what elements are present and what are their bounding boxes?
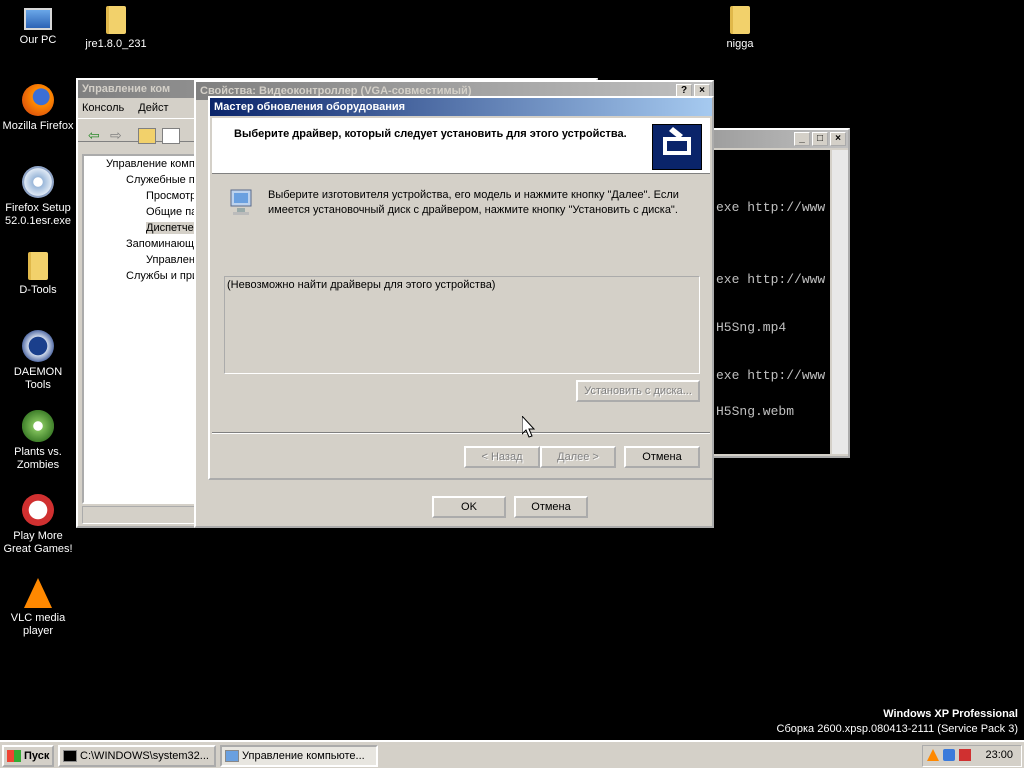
mouse-cursor-icon bbox=[521, 414, 536, 441]
show-hide-tree-icon[interactable] bbox=[162, 128, 180, 144]
menu-action[interactable]: Дейст bbox=[138, 102, 168, 114]
driver-list-empty-text: (Невозможно найти драйверы для этого уст… bbox=[227, 279, 496, 291]
desktop-icon-plants-vs-zombies[interactable]: Plants vs. Zombies bbox=[0, 410, 76, 472]
tree-item-disk-management[interactable]: Управлен bbox=[146, 254, 195, 266]
close-button[interactable]: × bbox=[830, 132, 846, 146]
wizard-title: Мастер обновления оборудования bbox=[214, 101, 406, 113]
desktop-icon-our-pc[interactable]: Our PC bbox=[0, 4, 76, 47]
desktop-icon-firefox-setup[interactable]: Firefox Setup 52.0.1esr.exe bbox=[0, 166, 76, 228]
taskbar-item-label: Управление компьюте... bbox=[242, 750, 365, 762]
vlc-cone-icon bbox=[24, 578, 52, 608]
daemon-tools-icon bbox=[22, 330, 54, 362]
back-button[interactable]: < Назад bbox=[464, 446, 540, 468]
icon-label: D-Tools bbox=[19, 284, 57, 296]
security-tray-icon[interactable] bbox=[959, 749, 971, 761]
os-build-info: Сборка 2600.xpsp.080413-2111 (Service Pa… bbox=[776, 723, 1018, 735]
wizard-header-text: Выберите драйвер, который следует устано… bbox=[234, 128, 627, 140]
back-arrow-icon[interactable]: ⇦ bbox=[88, 127, 100, 144]
system-tray: 23:00 bbox=[922, 745, 1022, 767]
ok-button[interactable]: OK bbox=[432, 496, 506, 518]
console-scrollbar[interactable] bbox=[832, 150, 848, 454]
computer-management-icon bbox=[225, 750, 239, 762]
wizard-separator bbox=[212, 432, 710, 434]
up-folder-icon[interactable] bbox=[138, 128, 156, 144]
os-version-title: Windows XP Professional bbox=[883, 708, 1018, 720]
desktop-icon-vlc[interactable]: VLC media player bbox=[0, 578, 76, 638]
icon-label: Mozilla Firefox bbox=[2, 120, 74, 132]
taskbar-item-compmgmt[interactable]: Управление компьюте... bbox=[220, 745, 378, 767]
menu-console[interactable]: Консоль bbox=[82, 102, 124, 114]
icon-label: Play More Great Games! bbox=[3, 530, 73, 555]
windows-logo-icon bbox=[7, 750, 21, 762]
installer-icon bbox=[22, 166, 54, 198]
clock[interactable]: 23:00 bbox=[985, 749, 1013, 761]
icon-label: VLC media player bbox=[10, 612, 66, 637]
folder-icon bbox=[28, 252, 48, 280]
taskbar-item-cmd[interactable]: C:\WINDOWS\system32... bbox=[58, 745, 216, 767]
console-line: H5Sng.webm bbox=[716, 404, 795, 419]
hardware-update-wizard[interactable]: Мастер обновления оборудования Выберите … bbox=[208, 96, 714, 480]
desktop-icon-firefox[interactable]: Mozilla Firefox bbox=[0, 84, 76, 133]
compmgmt-tree[interactable]: Управление комп Служебные п Просмотр Общ… bbox=[82, 154, 198, 504]
icon-label: DAEMON Tools bbox=[13, 366, 63, 391]
hardware-wizard-icon bbox=[652, 124, 702, 170]
wizard-titlebar[interactable]: Мастер обновления оборудования bbox=[210, 98, 712, 116]
start-label: Пуск bbox=[24, 750, 50, 762]
console-line: exe http://www bbox=[716, 368, 826, 383]
desktop-icon-jre-folder[interactable]: jre1.8.0_231 bbox=[78, 4, 154, 51]
taskbar-item-label: C:\WINDOWS\system32... bbox=[80, 750, 209, 762]
tree-item-event-viewer[interactable]: Просмотр bbox=[146, 190, 196, 202]
desktop-icon-folder[interactable]: nigga bbox=[702, 4, 778, 51]
console-line: exe http://www bbox=[716, 200, 826, 215]
desktop-icon-play-more-games[interactable]: Play More Great Games! bbox=[0, 494, 76, 556]
taskbar: Пуск C:\WINDOWS\system32... Управление к… bbox=[0, 740, 1024, 768]
driver-list[interactable]: (Невозможно найти драйверы для этого уст… bbox=[224, 276, 700, 374]
tree-item-shared-folders[interactable]: Общие па bbox=[146, 206, 196, 218]
maximize-button[interactable]: □ bbox=[812, 132, 828, 146]
start-button[interactable]: Пуск bbox=[2, 745, 54, 767]
tree-item-device-manager[interactable]: Диспетче bbox=[146, 222, 194, 234]
desktop-icon-daemon-tools[interactable]: DAEMON Tools bbox=[0, 330, 76, 392]
tree-item-storage[interactable]: Запоминающ bbox=[126, 238, 194, 250]
popcap-icon bbox=[22, 494, 54, 526]
icon-label: Our PC bbox=[19, 34, 57, 46]
minimize-button[interactable]: _ bbox=[794, 132, 810, 146]
vlc-tray-icon[interactable] bbox=[927, 749, 939, 761]
console-line: exe http://www bbox=[716, 272, 826, 287]
wizard-header: Выберите драйвер, который следует устано… bbox=[212, 118, 710, 174]
console-line: H5Sng.mp4 bbox=[716, 320, 787, 335]
folder-icon bbox=[730, 6, 750, 34]
tree-item-services[interactable]: Службы и при bbox=[126, 270, 196, 282]
cancel-button[interactable]: Отмена bbox=[514, 496, 588, 518]
folder-icon bbox=[106, 6, 126, 34]
wizard-description: Выберите изготовителя устройства, его мо… bbox=[268, 189, 679, 216]
next-button[interactable]: Далее > bbox=[540, 446, 616, 468]
firefox-icon bbox=[22, 84, 54, 116]
cmd-icon bbox=[63, 750, 77, 762]
icon-label: nigga bbox=[726, 38, 754, 50]
compmgmt-statusbar bbox=[82, 506, 198, 524]
icon-label: jre1.8.0_231 bbox=[85, 38, 147, 50]
forward-arrow-icon[interactable]: ⇨ bbox=[110, 127, 122, 144]
desktop-icon-d-tools[interactable]: D-Tools bbox=[0, 250, 76, 297]
compmgmt-title: Управление ком bbox=[82, 83, 171, 95]
computer-icon bbox=[24, 8, 52, 30]
have-disk-button[interactable]: Установить с диска... bbox=[576, 380, 700, 402]
tree-item-root[interactable]: Управление комп bbox=[106, 158, 195, 170]
cancel-button[interactable]: Отмена bbox=[624, 446, 700, 468]
tree-item-system-tools[interactable]: Служебные п bbox=[126, 174, 195, 186]
plants-vs-zombies-icon bbox=[22, 410, 54, 442]
icon-label: Firefox Setup 52.0.1esr.exe bbox=[4, 202, 72, 227]
network-tray-icon[interactable] bbox=[943, 749, 955, 761]
computer-monitor-icon bbox=[228, 188, 254, 218]
desktop: Our PC jre1.8.0_231 nigga Mozilla Firefo… bbox=[0, 0, 1024, 740]
icon-label: Plants vs. Zombies bbox=[14, 446, 62, 471]
